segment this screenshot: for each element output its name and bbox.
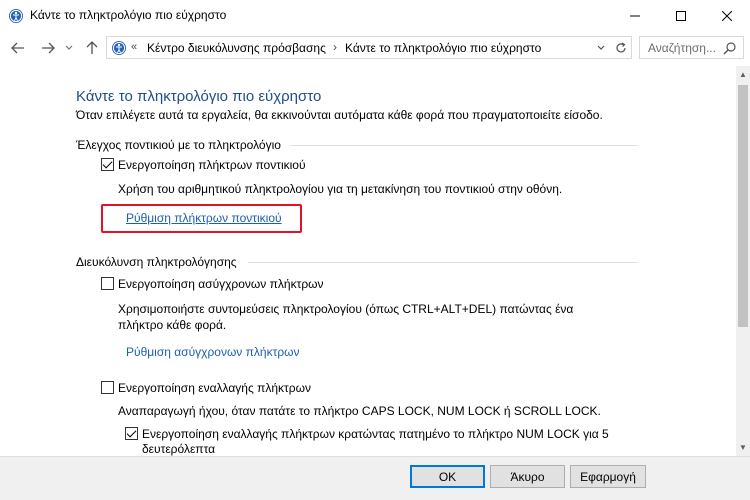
arrow-right-icon	[42, 42, 55, 54]
refresh-icon	[615, 41, 626, 52]
scrollbar-thumb[interactable]	[738, 85, 748, 327]
toggle-keys-label: Ενεργοποίηση εναλλαγής πλήκτρων	[118, 381, 311, 395]
sticky-keys-checkbox[interactable]	[101, 277, 114, 290]
breadcrumb-overflow[interactable]: «	[131, 41, 137, 53]
mouse-keys-description: Χρήση του αριθμητικού πληκτρολογίου για …	[118, 182, 563, 196]
minimize-icon	[630, 15, 640, 17]
close-icon	[722, 11, 732, 21]
toggle-keys-numlock-label: Ενεργοποίηση εναλλαγής πλήκτρων κρατώντα…	[142, 427, 609, 456]
breadcrumb-current-page[interactable]: Κάντε το πληκτρολόγιο πιο εύχρηστο	[345, 41, 541, 55]
title-bar: Κάντε το πληκτρολόγιο πιο εύχρηστο	[0, 0, 750, 32]
chevron-down-icon	[65, 45, 73, 50]
scroll-down-arrow-icon[interactable]: ▼	[736, 439, 750, 456]
setup-sticky-keys-link[interactable]: Ρύθμιση ασύγχρονων πλήκτρων	[126, 345, 300, 359]
refresh-button[interactable]	[610, 36, 632, 59]
ease-of-access-icon	[8, 8, 24, 24]
close-button[interactable]	[704, 0, 750, 32]
window-title: Κάντε το πληκτρολόγιο πιο εύχρηστο	[30, 8, 227, 22]
section-divider	[248, 262, 638, 263]
maximize-icon	[676, 11, 686, 21]
recent-locations-button[interactable]	[62, 38, 76, 58]
toggle-keys-numlock-checkbox[interactable]	[125, 427, 138, 440]
sticky-keys-label: Ενεργοποίηση ασύγχρονων πλήκτρων	[118, 277, 324, 291]
minimize-button[interactable]	[612, 0, 658, 32]
breadcrumb-ease-of-access-center[interactable]: Κέντρο διευκόλυνσης πρόσβασης	[147, 41, 326, 55]
content-pane: Κάντε το πληκτρολόγιο πιο εύχρηστο Όταν …	[0, 66, 736, 456]
address-dropdown-button[interactable]	[592, 36, 610, 59]
search-input[interactable]: Αναζήτηση...	[648, 41, 716, 55]
arrow-up-icon	[86, 41, 98, 54]
page-title: Κάντε το πληκτρολόγιο πιο εύχρηστο	[76, 88, 322, 105]
cancel-button[interactable]: Άκυρο	[490, 465, 565, 488]
search-box[interactable]: Αναζήτηση...	[639, 36, 744, 59]
toggle-keys-checkbox[interactable]	[101, 381, 114, 394]
scroll-up-arrow-icon[interactable]: ▲	[736, 66, 750, 83]
mouse-keys-label: Ενεργοποίηση πλήκτρων ποντικιού	[118, 158, 306, 172]
vertical-scrollbar[interactable]: ▲ ▼	[736, 66, 750, 456]
toggle-keys-description: Αναπαραγωγή ήχου, όταν πατάτε το πλήκτρο…	[118, 404, 601, 418]
section-heading-mouse-control: Έλεγχος ποντικιού με το πληκτρολόγιο	[76, 138, 281, 152]
search-icon	[723, 41, 737, 55]
sticky-keys-description: Χρησιμοποιήστε συντομεύσεις πληκτρολογίο…	[118, 302, 574, 332]
maximize-button[interactable]	[658, 0, 704, 32]
page-subtitle: Όταν επιλέγετε αυτά τα εργαλεία, θα εκκι…	[76, 108, 603, 122]
forward-button[interactable]	[38, 38, 58, 58]
apply-button[interactable]: Εφαρμογή	[570, 465, 646, 488]
address-bar[interactable]: « Κέντρο διευκόλυνσης πρόσβασης › Κάντε …	[106, 36, 632, 59]
up-button[interactable]	[82, 38, 102, 58]
section-heading-typing: Διευκόλυνση πληκτρολόγησης	[76, 255, 237, 269]
back-button[interactable]	[8, 38, 28, 58]
arrow-left-icon	[11, 42, 24, 54]
chevron-down-icon	[597, 45, 605, 50]
ease-of-access-icon	[111, 40, 127, 56]
section-divider	[290, 145, 638, 146]
breadcrumb-separator[interactable]: ›	[333, 40, 337, 54]
mouse-keys-checkbox[interactable]	[101, 158, 114, 171]
ok-button[interactable]: OK	[410, 465, 485, 488]
setup-mouse-keys-link[interactable]: Ρύθμιση πλήκτρων ποντικιού	[126, 211, 282, 225]
